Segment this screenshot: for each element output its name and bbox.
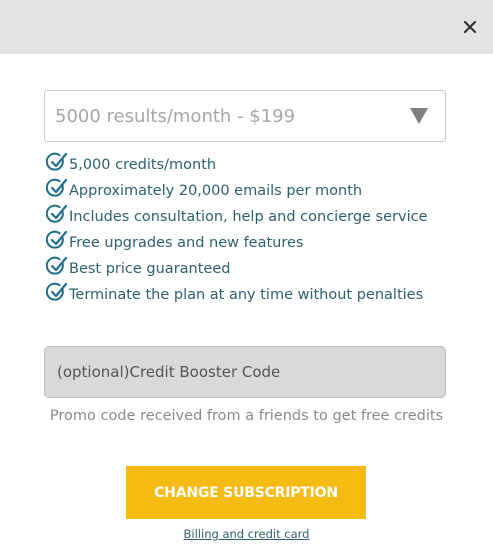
feature-item: Free upgrades and new features [46, 230, 428, 256]
close-icon [464, 21, 476, 33]
caret-down-icon [410, 108, 428, 124]
promo-note: Promo code received from a friends to ge… [49, 408, 444, 424]
check-circle-icon [46, 282, 68, 301]
feature-item: 5,000 credits/month [46, 152, 428, 178]
feature-text: Approximately 20,000 emails per month [69, 183, 363, 199]
plan-dropdown[interactable]: 5000 results/month - $199 [44, 90, 446, 142]
close-button[interactable] [460, 17, 480, 37]
feature-text: Free upgrades and new features [69, 235, 304, 251]
change-subscription-button[interactable]: CHANGE SUBSCRIPTION [126, 466, 366, 519]
credit-booster-input[interactable] [44, 346, 446, 398]
check-circle-icon [46, 230, 68, 249]
check-circle-icon [46, 178, 68, 197]
feature-item: Approximately 20,000 emails per month [46, 178, 428, 204]
feature-text: Terminate the plan at any time without p… [69, 287, 424, 303]
feature-item: Includes consultation, help and concierg… [46, 204, 428, 230]
feature-text: 5,000 credits/month [69, 157, 217, 173]
feature-list: 5,000 credits/month Approximately 20,000… [46, 152, 428, 308]
check-circle-icon [46, 204, 68, 223]
plan-selected-value: 5000 results/month - $199 [55, 105, 296, 127]
check-circle-icon [46, 152, 68, 171]
modal-header [0, 0, 493, 54]
feature-item: Best price guaranteed [46, 256, 428, 282]
feature-text: Best price guaranteed [69, 261, 231, 277]
check-circle-icon [46, 256, 68, 275]
feature-item: Terminate the plan at any time without p… [46, 282, 428, 308]
feature-text: Includes consultation, help and concierg… [69, 209, 428, 225]
billing-link[interactable]: Billing and credit card [0, 527, 493, 541]
